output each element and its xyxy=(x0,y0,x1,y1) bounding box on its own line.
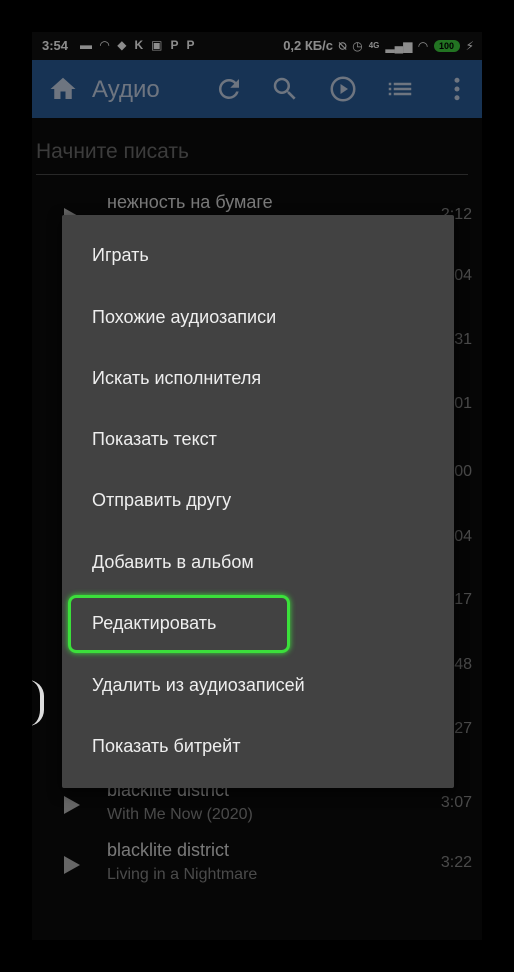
menu-item-show-lyrics[interactable]: Показать текст xyxy=(62,409,454,470)
menu-item-find-artist[interactable]: Искать исполнителя xyxy=(62,348,454,409)
context-menu: Играть Похожие аудиозаписи Искать исполн… xyxy=(62,215,454,788)
menu-item-send-friend[interactable]: Отправить другу xyxy=(62,470,454,531)
menu-item-similar[interactable]: Похожие аудиозаписи xyxy=(62,287,454,348)
menu-item-add-album[interactable]: Добавить в альбом xyxy=(62,532,454,593)
menu-item-play[interactable]: Играть xyxy=(62,225,454,286)
menu-item-bitrate[interactable]: Показать битрейт xyxy=(62,716,454,777)
menu-item-delete[interactable]: Удалить из аудиозаписей xyxy=(62,655,454,716)
menu-item-edit[interactable]: Редактировать xyxy=(62,593,454,654)
phone-screen: 3:54 ▬ ◠ ◆ K ▣ P P 0,2 КБ/с ⍉ ◷ 4G ▂▄▆ ◠… xyxy=(32,32,482,940)
